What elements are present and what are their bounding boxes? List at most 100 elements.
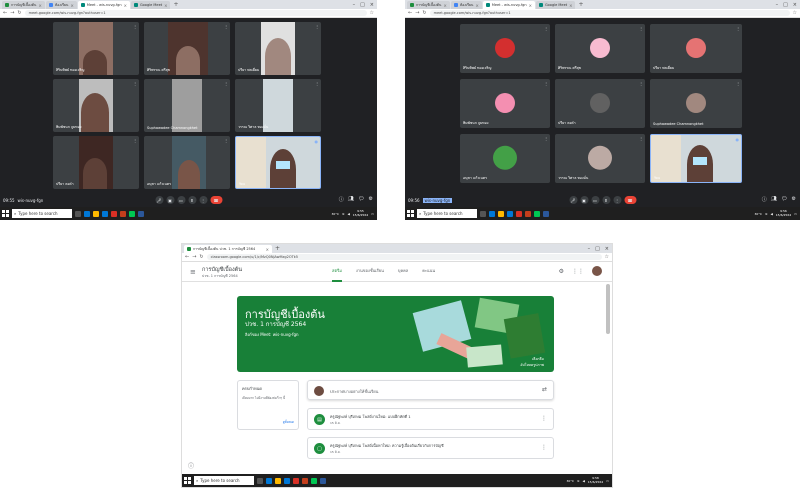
line-icon[interactable]	[311, 477, 317, 484]
notification-icon[interactable]: ▭	[371, 212, 374, 216]
back-icon[interactable]: ←	[408, 10, 412, 16]
store-icon[interactable]	[102, 210, 108, 217]
reload-icon[interactable]: ↻	[17, 10, 21, 16]
browser-tab[interactable]: การบัญชีเบื้องต้น ×	[407, 1, 450, 9]
participant-tile[interactable]: ⋮ สิรินทิพย์ ทองเจริญ	[53, 22, 139, 75]
chrome-icon[interactable]	[293, 477, 299, 484]
pin-icon[interactable]: ●	[736, 137, 740, 142]
windows-start-icon[interactable]	[2, 210, 9, 217]
chrome-icon[interactable]	[516, 210, 522, 217]
announce-box[interactable]: ประกาศบางอย่างให้ชั้นเรียน ⇄	[307, 380, 554, 400]
banner-meet-link[interactable]: ลิงก์ของ Meet: wis-nuvg-fgn	[245, 331, 299, 338]
captions-icon[interactable]: ▭	[177, 196, 185, 204]
file-explorer-icon[interactable]	[93, 210, 99, 217]
pin-icon[interactable]: ●	[315, 139, 319, 144]
upload-photo-button[interactable]: อัปโหลดรูปภาพ	[520, 362, 544, 368]
participant-tile[interactable]: ⋮ ศิริพรรณ ศรีสุข	[144, 22, 230, 75]
participant-tile[interactable]: ⋮ ปรียา พลเยี่ยม	[235, 22, 321, 75]
windows-start-icon[interactable]	[184, 477, 191, 484]
camera-icon[interactable]: ▣	[580, 196, 588, 204]
participant-tile[interactable]: ⋮ อนุชา แก้วเนตร	[460, 134, 550, 183]
close-window-icon[interactable]: ×	[793, 1, 797, 9]
word-icon[interactable]	[543, 210, 549, 217]
self-view-tile[interactable]: ● You	[650, 134, 742, 183]
minimize-icon[interactable]: –	[776, 1, 779, 9]
reload-icon[interactable]: ↻	[422, 10, 426, 16]
url-field[interactable]: meet.google.com/wis-nuvg-fgn?authuser=1	[24, 10, 367, 16]
star-icon[interactable]: ☆	[793, 10, 797, 16]
forward-icon[interactable]: →	[415, 10, 419, 16]
participant-tile[interactable]: ⋮ พิมพ์ชนก จูมทอง	[53, 79, 139, 132]
minimize-icon[interactable]: –	[353, 1, 356, 9]
browser-tab[interactable]: Google Meet ×	[130, 1, 171, 9]
close-icon[interactable]: ×	[38, 3, 41, 8]
tab-people[interactable]: บุคคล	[398, 267, 408, 282]
new-tab-icon[interactable]: +	[273, 245, 282, 253]
camera-icon[interactable]: ▣	[166, 196, 174, 204]
close-icon[interactable]: ×	[266, 247, 269, 252]
browser-tab[interactable]: การบัญชีเบื้องต้น ×	[2, 1, 45, 9]
tab-stream[interactable]: สตรีม	[332, 267, 342, 282]
file-explorer-icon[interactable]	[275, 477, 281, 484]
participant-tile[interactable]: ⋮ ปรียา คงคำ	[53, 136, 139, 189]
notification-icon[interactable]: ▭	[606, 479, 609, 483]
browser-tab[interactable]: การบัญชีเบื้องต้น ปวช. 1 การบัญชี 2564 ×	[184, 245, 272, 253]
line-icon[interactable]	[534, 210, 540, 217]
people-icon[interactable]: 👥︎	[771, 196, 777, 203]
forward-icon[interactable]: →	[192, 254, 196, 260]
powerpoint-icon[interactable]	[525, 210, 531, 217]
edge-icon[interactable]	[84, 210, 90, 217]
clock[interactable]: 9:56 15/6/2564	[776, 209, 791, 217]
url-field[interactable]: classroom.google.com/u/1/c/MzQ0NjAwMzg2O…	[206, 254, 602, 260]
menu-icon[interactable]: ≡	[190, 268, 196, 276]
apps-grid-icon[interactable]: ⋮⋮	[572, 268, 584, 275]
activities-icon[interactable]: ⚙	[369, 196, 373, 203]
more-options-icon[interactable]: ⋮	[613, 196, 621, 204]
volume-icon[interactable]: ◀	[770, 212, 772, 216]
url-field[interactable]: meet.google.com/wis-nuvg-fgn?authuser=1	[429, 10, 790, 16]
wifi-icon[interactable]: ≋	[765, 212, 768, 216]
participant-tile[interactable]: ⋮ ศิริพรรณ ศรีสุข	[555, 24, 645, 73]
close-icon[interactable]: ×	[475, 3, 478, 8]
taskbar-search[interactable]: ⌕ Type here to search	[417, 209, 477, 218]
word-icon[interactable]	[138, 210, 144, 217]
participant-tile[interactable]: ⋮ ปรียา พลเยี่ยม	[650, 24, 742, 73]
line-icon[interactable]	[129, 210, 135, 217]
file-explorer-icon[interactable]	[498, 210, 504, 217]
task-view-icon[interactable]	[75, 210, 81, 217]
participant-tile[interactable]: ⋮ สิรินทิพย์ ทองเจริญ	[460, 24, 550, 73]
store-icon[interactable]	[284, 477, 290, 484]
clock[interactable]: 9:58 15/6/2564	[588, 476, 603, 484]
settings-icon[interactable]: ⚙	[559, 268, 564, 275]
close-icon[interactable]: ×	[164, 3, 167, 8]
mic-icon[interactable]: 🎤︎	[569, 196, 577, 204]
view-all-link[interactable]: ดูทั้งหมด	[283, 420, 294, 425]
close-icon[interactable]: ×	[70, 3, 73, 8]
word-icon[interactable]	[320, 477, 326, 484]
maximize-icon[interactable]: □	[783, 1, 788, 9]
new-tab-icon[interactable]: +	[171, 1, 180, 9]
wifi-icon[interactable]: ≋	[342, 212, 345, 216]
more-options-icon[interactable]: ⋮	[199, 196, 207, 204]
chat-icon[interactable]: 💬︎	[781, 196, 787, 203]
notification-icon[interactable]: ▭	[794, 212, 797, 216]
stream-post[interactable]: ▤ ครูณัฐพงษ์ บุรีเกษม โพสต์งานใหม่: แบบฝ…	[307, 408, 554, 430]
reload-icon[interactable]: ↻	[199, 254, 203, 260]
browser-tab[interactable]: Meet - wis-nuvg-fgn ×	[77, 1, 130, 9]
present-icon[interactable]: ⬆	[188, 196, 196, 204]
maximize-icon[interactable]: □	[595, 245, 600, 253]
back-icon[interactable]: ←	[185, 254, 189, 260]
present-icon[interactable]: ⬆	[602, 196, 610, 204]
more-options-icon[interactable]: ⋮	[541, 444, 547, 451]
close-icon[interactable]: ×	[443, 3, 446, 8]
participant-tile[interactable]: ⋮ วรรณ วิศาล ทองมั่น	[235, 79, 321, 132]
participant-tile[interactable]: ⋮ Suphawadee Chamnongkhet	[144, 79, 230, 132]
participant-tile[interactable]: ⋮ วรรณ วิศาล ทองมั่น	[555, 134, 645, 183]
volume-icon[interactable]: ◀	[347, 212, 349, 216]
browser-tab[interactable]: Google Meet ×	[535, 1, 576, 9]
wifi-icon[interactable]: ≋	[577, 479, 580, 483]
participant-tile[interactable]: ⋮ Suphawadee Chamnongkhet	[650, 79, 742, 128]
close-icon[interactable]: ×	[124, 3, 127, 8]
info-icon[interactable]: ⓘ	[339, 196, 344, 203]
powerpoint-icon[interactable]	[120, 210, 126, 217]
